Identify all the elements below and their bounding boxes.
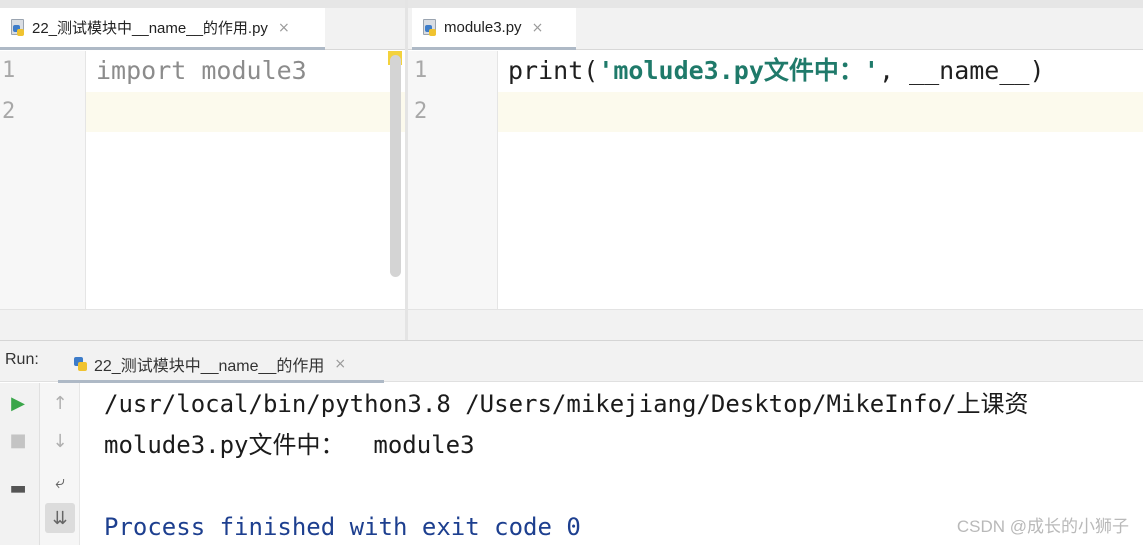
left-editor-pane: 22_测试模块中__name__的作用.py × 1 2 import modu… <box>0 0 405 340</box>
right-editor-pane: module3.py × 1 2 print('molude3.py文件中：',… <box>408 0 1143 340</box>
stop-icon[interactable]: ■ <box>3 425 33 455</box>
code-string-literal: 'molude3.py文件中：' <box>598 56 879 85</box>
tab-label: module3.py <box>444 19 522 36</box>
code-function-call: print( <box>508 56 599 85</box>
run-panel-header: Run: 22_测试模块中__name__的作用 × <box>0 340 1143 383</box>
console-exit-line: Process finished with exit code 0 <box>104 513 581 541</box>
current-line-highlight <box>408 92 1143 132</box>
right-tab-bar: module3.py × <box>408 0 1143 50</box>
code-arguments: , __name__) <box>878 56 1045 85</box>
arrow-up-icon[interactable]: ↑ <box>45 388 75 418</box>
python-file-icon <box>10 18 26 37</box>
tab-22-test-module[interactable]: 22_测试模块中__name__的作用.py × <box>0 8 325 50</box>
editor-bottom-strip <box>0 309 405 340</box>
editor-bottom-strip <box>408 309 1143 340</box>
layout-icon[interactable]: ▬ <box>3 473 33 503</box>
run-toolbar-primary: ▶ ■ ▬ <box>0 383 40 545</box>
close-icon[interactable]: × <box>334 356 346 372</box>
python-file-icon <box>422 18 438 37</box>
tab-bar-strip <box>0 0 405 8</box>
line-number: 1 <box>2 58 16 83</box>
line-number: 2 <box>414 99 428 124</box>
console-line: molude3.py文件中： module3 <box>104 431 475 459</box>
close-icon[interactable]: × <box>532 20 544 36</box>
rerun-play-icon[interactable]: ▶ <box>3 388 33 418</box>
run-config-tab[interactable]: 22_测试模块中__name__的作用 × <box>58 347 384 383</box>
run-tab-label: 22_测试模块中__name__的作用 <box>94 357 325 375</box>
run-label: Run: <box>5 351 39 368</box>
run-toolbar-secondary: ↑ ↓ ⤶ ⇊ <box>40 383 80 545</box>
tab-bar-strip <box>408 0 1143 8</box>
left-tab-bar: 22_测试模块中__name__的作用.py × <box>0 0 405 50</box>
arrow-down-icon[interactable]: ↓ <box>45 426 75 456</box>
soft-wrap-icon[interactable]: ⤶ <box>45 467 75 497</box>
code-line[interactable]: import module3 <box>96 51 307 91</box>
line-number: 2 <box>2 99 16 124</box>
code-line[interactable]: print('molude3.py文件中：', __name__) <box>508 51 1045 91</box>
python-icon <box>72 355 88 373</box>
right-code-editor[interactable]: 1 2 print('molude3.py文件中：', __name__) <box>408 51 1143 309</box>
line-number: 1 <box>414 58 428 83</box>
tab-label: 22_测试模块中__name__的作用.py <box>32 20 268 37</box>
tab-module3[interactable]: module3.py × <box>412 8 576 50</box>
watermark: CSDN @成长的小狮子 <box>956 517 1129 536</box>
scroll-to-end-icon[interactable]: ⇊ <box>45 503 75 533</box>
close-icon[interactable]: × <box>278 20 290 36</box>
left-code-editor[interactable]: 1 2 import module3 <box>0 51 405 309</box>
console-line: /usr/local/bin/python3.8 /Users/mikejian… <box>104 390 1029 418</box>
vertical-scrollbar[interactable] <box>390 55 401 277</box>
